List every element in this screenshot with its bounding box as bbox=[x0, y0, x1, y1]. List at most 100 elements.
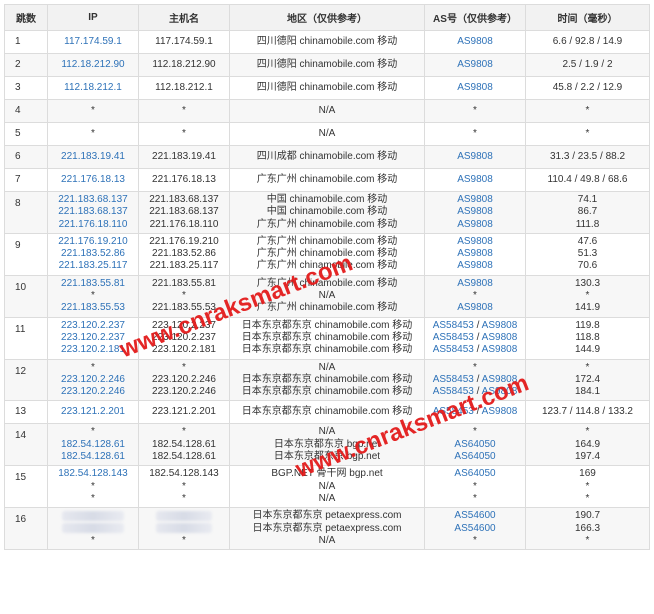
as-link[interactable]: AS9808 bbox=[457, 206, 493, 217]
ip-cell: 221.176.18.13 bbox=[47, 168, 139, 192]
hop-number: 16 bbox=[4, 507, 48, 551]
ip-link[interactable]: 182.54.128.61 bbox=[48, 451, 138, 463]
ip-link[interactable]: 112.18.212.90 bbox=[48, 59, 138, 71]
as-line: * bbox=[425, 535, 525, 547]
table-row: 1 117.174.59.1 117.174.59.1 四川德阳 chinamobil… bbox=[4, 30, 650, 54]
as-link[interactable]: AS54600 bbox=[454, 523, 495, 534]
as-separator: / bbox=[473, 344, 482, 356]
time-text: 164.9 bbox=[574, 438, 601, 450]
ip-link[interactable]: 182.54.128.61 bbox=[48, 439, 138, 451]
as-cell: AS9808 bbox=[424, 53, 526, 77]
as-link[interactable]: AS9808 bbox=[457, 151, 493, 162]
time-text: * bbox=[585, 534, 590, 546]
ip-link[interactable]: 221.176.19.210 bbox=[48, 236, 138, 248]
header-region: 地区（仅供参考） bbox=[229, 4, 425, 31]
ip-text: * bbox=[91, 104, 95, 116]
ip-link[interactable]: 221.183.68.137 bbox=[48, 206, 138, 218]
as-link[interactable]: AS9808 bbox=[482, 344, 518, 355]
as-line: AS9808 bbox=[425, 278, 525, 290]
hop-number: 11 bbox=[4, 316, 48, 360]
as-link[interactable]: AS9808 bbox=[457, 82, 493, 93]
hop-number: 5 bbox=[4, 122, 48, 146]
as-link[interactable]: AS9808 bbox=[457, 219, 493, 230]
ip-link[interactable]: 221.183.19.41 bbox=[48, 151, 138, 163]
as-link[interactable]: AS9808 bbox=[457, 59, 493, 70]
ip-link[interactable]: 221.183.68.137 bbox=[48, 194, 138, 206]
as-link[interactable]: AS64050 bbox=[454, 451, 495, 462]
ip-link[interactable]: 223.121.2.201 bbox=[48, 406, 138, 418]
redacted-blur bbox=[156, 522, 212, 533]
ip-link[interactable]: 223.120.2.246 bbox=[48, 374, 138, 386]
as-link[interactable]: AS9808 bbox=[457, 248, 493, 259]
as-line: * bbox=[425, 481, 525, 493]
as-link[interactable]: AS9808 bbox=[457, 194, 493, 205]
ip-cell: 112.18.212.1 bbox=[47, 76, 139, 100]
host-text: 221.183.25.117 bbox=[149, 260, 219, 272]
as-link[interactable]: AS9808 bbox=[457, 302, 493, 313]
ip-link[interactable]: 182.54.128.143 bbox=[48, 468, 138, 480]
as-placeholder: * bbox=[473, 480, 477, 492]
time-text: 166.3 bbox=[574, 522, 601, 534]
as-link[interactable]: AS58453 bbox=[433, 320, 474, 331]
ip-link[interactable]: 223.120.2.237 bbox=[48, 320, 138, 332]
host-text: 223.121.2.201 bbox=[152, 406, 216, 418]
region-cell: N/A 日本东京都东京 chinamobile.com 移动 日本东京都东京 chi… bbox=[229, 358, 425, 402]
ip-link[interactable]: 221.183.52.86 bbox=[48, 248, 138, 260]
as-line: * bbox=[425, 128, 525, 140]
as-separator: / bbox=[473, 373, 482, 385]
ip-link[interactable]: 221.176.18.13 bbox=[48, 174, 138, 186]
host-cell: * bbox=[138, 507, 230, 551]
as-line: AS58453 / AS9808 bbox=[425, 344, 525, 356]
as-line: AS9808 bbox=[425, 59, 525, 71]
host-text: 182.54.128.143 bbox=[149, 468, 219, 480]
host-text: 221.176.19.210 bbox=[149, 235, 219, 247]
as-link[interactable]: AS9808 bbox=[482, 320, 518, 331]
ip-link[interactable]: 221.183.25.117 bbox=[48, 260, 138, 272]
as-link[interactable]: AS9808 bbox=[457, 236, 493, 247]
as-link[interactable]: AS64050 bbox=[454, 468, 495, 479]
host-text: * bbox=[182, 361, 186, 373]
ip-link[interactable]: 117.174.59.1 bbox=[48, 36, 138, 48]
ip-link[interactable]: 223.120.2.246 bbox=[48, 386, 138, 398]
as-link[interactable]: AS54600 bbox=[454, 510, 495, 521]
host-redacted bbox=[139, 510, 229, 522]
time-text: * bbox=[585, 290, 590, 302]
as-line: AS9808 bbox=[425, 260, 525, 272]
as-link[interactable]: AS58453 bbox=[433, 344, 474, 355]
ip-link[interactable]: 112.18.212.1 bbox=[48, 82, 138, 94]
ip-link[interactable]: 221.176.18.110 bbox=[48, 219, 138, 231]
region-text: 广东广州 chinamobile.com 移动 bbox=[256, 173, 398, 185]
as-line: AS58453 / AS9808 bbox=[425, 332, 525, 344]
as-line: AS64050 bbox=[425, 439, 525, 451]
as-line: AS9808 bbox=[425, 219, 525, 231]
hop-number: 12 bbox=[4, 358, 48, 402]
table-row: 8 221.183.68.137 221.183.68.137 221.176.18.… bbox=[4, 191, 650, 234]
as-separator: / bbox=[473, 331, 482, 343]
as-link[interactable]: AS9808 bbox=[457, 260, 493, 271]
time-cell: * bbox=[525, 122, 650, 146]
as-link[interactable]: AS9808 bbox=[482, 332, 518, 343]
table-row: 5 * * N/A * * bbox=[4, 122, 650, 146]
as-line: AS9808 bbox=[425, 302, 525, 314]
ip-cell: * bbox=[47, 122, 139, 146]
time-cell: 110.4 / 49.8 / 68.6 bbox=[525, 168, 650, 192]
hop-number: 9 bbox=[4, 232, 48, 276]
host-cell: * 223.120.2.246 223.120.2.246 bbox=[138, 358, 230, 402]
table-row: 12 * 223.120.2.246 223.120.2.246 * 223.120.2.… bbox=[4, 358, 650, 402]
host-cell: * bbox=[138, 99, 230, 123]
as-link[interactable]: AS9808 bbox=[457, 36, 493, 47]
as-link[interactable]: AS58453 bbox=[433, 374, 474, 385]
as-link[interactable]: AS9808 bbox=[457, 278, 493, 289]
as-link[interactable]: AS58453 bbox=[433, 332, 474, 343]
ip-link[interactable]: 221.183.55.53 bbox=[48, 302, 138, 314]
as-link[interactable]: AS64050 bbox=[454, 439, 495, 450]
region-text: 日本东京都东京 chinamobile.com 移动 bbox=[241, 386, 413, 398]
region-text: 广东广州 chinamobile.com 移动 bbox=[256, 218, 398, 230]
as-placeholder: * bbox=[473, 127, 477, 139]
region-cell: N/A bbox=[229, 99, 425, 123]
time-text: 2.5 / 1.9 / 2 bbox=[562, 58, 613, 70]
as-link[interactable]: AS9808 bbox=[457, 174, 493, 185]
header-ip: IP bbox=[47, 4, 139, 31]
ip-link[interactable]: 221.183.55.81 bbox=[48, 278, 138, 290]
ip-text: * bbox=[91, 290, 95, 302]
